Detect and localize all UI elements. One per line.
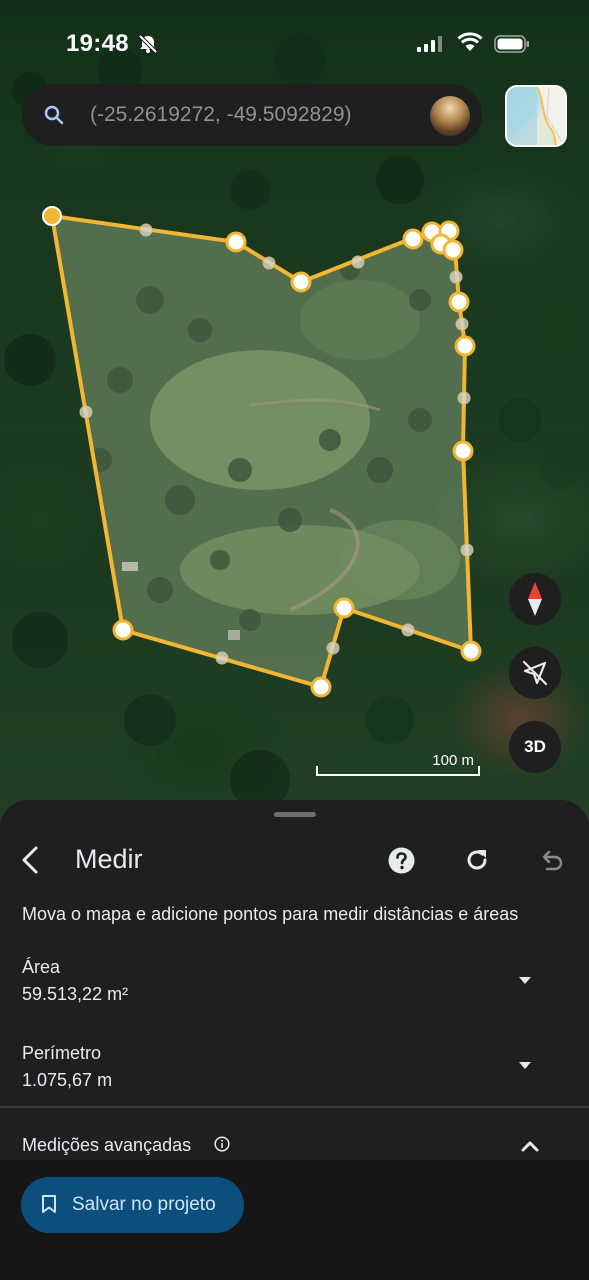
refresh-icon[interactable] xyxy=(464,847,490,873)
area-value: 59.513,22 m² xyxy=(22,984,129,1004)
midpoint-handle[interactable] xyxy=(139,223,153,237)
undo-icon[interactable] xyxy=(539,849,563,871)
status-time: 19:48 xyxy=(66,30,129,57)
vertex-handle[interactable] xyxy=(112,619,134,641)
perimeter-label: Perímetro xyxy=(22,1043,102,1063)
save-to-project-label: Salvar no projeto xyxy=(72,1194,216,1215)
vertex-handle[interactable] xyxy=(454,335,476,357)
midpoint-handle[interactable] xyxy=(79,405,93,419)
help-icon[interactable] xyxy=(388,847,415,874)
midpoint-handle[interactable] xyxy=(215,651,229,665)
scale-bar xyxy=(316,766,480,776)
midpoint-handle[interactable] xyxy=(449,270,463,284)
vertex-handle[interactable] xyxy=(333,597,355,619)
instruction-text: Mova o mapa e adicione pontos para medir… xyxy=(22,904,519,924)
start-vertex-handle[interactable] xyxy=(42,206,62,226)
silent-bell-icon xyxy=(138,34,158,54)
vertex-handle[interactable] xyxy=(402,228,424,250)
vertex-handle[interactable] xyxy=(290,271,312,293)
area-label: Área xyxy=(22,957,61,977)
measurement-polygon xyxy=(50,214,473,689)
save-to-project-button[interactable]: Salvar no projeto xyxy=(21,1177,244,1233)
midpoint-handle[interactable] xyxy=(326,641,340,655)
panel-title: Medir xyxy=(75,844,143,874)
compass-icon xyxy=(528,582,542,616)
search-input[interactable] xyxy=(90,98,390,132)
midpoint-handle[interactable] xyxy=(460,543,474,557)
measure-sheet: Medir Mova o mapa e adicione pontos para… xyxy=(0,800,589,1280)
caret-down-icon[interactable] xyxy=(516,974,534,986)
vertex-handle[interactable] xyxy=(452,440,474,462)
vertex-handle[interactable] xyxy=(460,640,482,662)
location-off-icon xyxy=(522,660,548,686)
location-button[interactable] xyxy=(509,647,561,699)
perimeter-value: 1.075,67 m xyxy=(22,1070,113,1090)
signal-icon xyxy=(417,36,442,52)
status-bar: 19:48 xyxy=(0,30,589,60)
midpoint-handle[interactable] xyxy=(455,317,469,331)
satellite-map[interactable]: 19:48 (-25.2619272, -49.5092829) 3D 100 … xyxy=(0,0,589,830)
search-bar[interactable] xyxy=(22,84,482,146)
sheet-drag-handle[interactable] xyxy=(274,812,316,817)
map-scale: 100 m xyxy=(316,752,482,776)
midpoint-handle[interactable] xyxy=(457,391,471,405)
save-bar: Salvar no projeto xyxy=(0,1160,589,1280)
vertex-handle[interactable] xyxy=(442,239,464,261)
3d-button[interactable]: 3D xyxy=(509,721,561,773)
wifi-icon xyxy=(457,32,483,51)
search-icon xyxy=(44,105,64,125)
vertex-handle[interactable] xyxy=(310,676,332,698)
midpoint-handle[interactable] xyxy=(401,623,415,637)
compass-button[interactable] xyxy=(509,573,561,625)
battery-icon xyxy=(494,35,529,53)
advanced-measurements-label[interactable]: Medições avançadas xyxy=(22,1135,191,1156)
vertex-handle[interactable] xyxy=(448,291,470,313)
midpoint-handle[interactable] xyxy=(262,256,276,270)
bookmark-icon xyxy=(42,1195,56,1213)
caret-down-icon[interactable] xyxy=(516,1059,534,1071)
map-layers-button[interactable] xyxy=(505,85,567,147)
chevron-up-icon[interactable] xyxy=(520,1139,540,1153)
info-icon[interactable] xyxy=(214,1136,230,1152)
vertex-handle[interactable] xyxy=(225,231,247,253)
midpoint-handle[interactable] xyxy=(351,255,365,269)
back-arrow-icon[interactable] xyxy=(16,843,46,877)
divider xyxy=(0,1106,589,1108)
avatar[interactable] xyxy=(430,96,470,136)
map-thumbnail-icon xyxy=(507,87,565,145)
